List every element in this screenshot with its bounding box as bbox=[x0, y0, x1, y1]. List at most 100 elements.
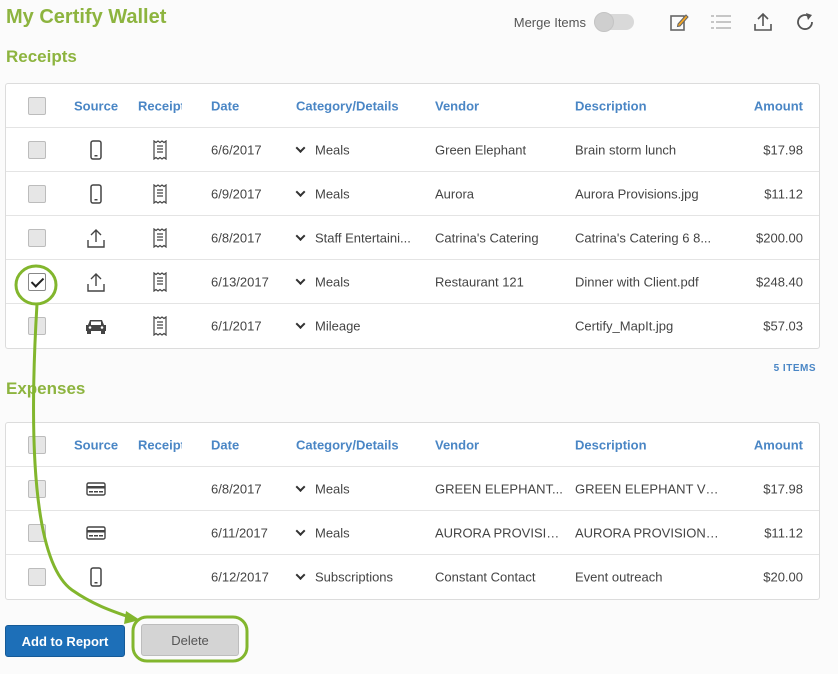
category-text: Subscriptions bbox=[315, 569, 394, 585]
category-cell[interactable]: Meals bbox=[295, 274, 427, 289]
column-date[interactable]: Date bbox=[211, 437, 291, 452]
table-row[interactable]: 6/12/2017 Subscriptions Constant Contact… bbox=[6, 555, 819, 599]
table-row[interactable]: 6/8/2017 Staff Entertaini... Catrina's C… bbox=[6, 216, 819, 260]
column-vendor[interactable]: Vendor bbox=[435, 98, 563, 113]
chevron-down-icon[interactable] bbox=[295, 142, 311, 157]
column-category[interactable]: Category/Details bbox=[296, 437, 428, 452]
list-view-button[interactable] bbox=[700, 8, 742, 36]
chevron-down-icon[interactable] bbox=[295, 186, 311, 201]
row-checkbox[interactable] bbox=[28, 184, 46, 203]
column-vendor[interactable]: Vendor bbox=[435, 437, 563, 452]
source-cell bbox=[74, 477, 118, 501]
date-cell: 6/12/2017 bbox=[211, 569, 269, 585]
receipt-cell[interactable] bbox=[138, 226, 182, 250]
merge-items-toggle[interactable] bbox=[594, 12, 634, 32]
date-cell: 6/1/2017 bbox=[211, 318, 262, 334]
description-cell: Aurora Provisions.jpg bbox=[575, 186, 699, 201]
table-row[interactable]: 6/13/2017 Meals Restaurant 121 Dinner wi… bbox=[6, 260, 819, 304]
amount-cell: $57.03 bbox=[763, 318, 803, 334]
receipt-icon bbox=[153, 316, 167, 336]
row-checkbox[interactable] bbox=[28, 140, 46, 159]
chevron-down-icon[interactable] bbox=[295, 274, 311, 289]
category-text: Meals bbox=[315, 274, 350, 289]
vendor-cell: AURORA PROVISIO... bbox=[435, 525, 563, 540]
table-row[interactable]: 6/1/2017 Mileage Certify_MapIt.jpg $57.0… bbox=[6, 304, 819, 348]
table-row[interactable]: 6/9/2017 Meals Aurora Aurora Provisions.… bbox=[6, 172, 819, 216]
amount-cell: $17.98 bbox=[763, 142, 803, 157]
table-row[interactable]: 6/8/2017 Meals GREEN ELEPHANT... GREEN E… bbox=[6, 467, 819, 511]
toggle-knob bbox=[594, 12, 614, 32]
receipt-cell[interactable] bbox=[138, 314, 182, 338]
category-cell[interactable]: Meals bbox=[295, 186, 427, 201]
refresh-button[interactable] bbox=[784, 8, 826, 36]
chevron-down-icon[interactable] bbox=[295, 570, 311, 585]
receipt-cell[interactable] bbox=[138, 270, 182, 294]
amount-cell: $11.12 bbox=[764, 525, 803, 540]
receipt-cell[interactable] bbox=[138, 182, 182, 206]
category-cell[interactable]: Meals bbox=[295, 525, 427, 540]
date-cell: 6/11/2017 bbox=[211, 525, 268, 540]
category-text: Meals bbox=[315, 525, 350, 540]
receipt-icon bbox=[153, 227, 167, 248]
column-receipt[interactable]: Receipt bbox=[138, 98, 182, 113]
category-text: Meals bbox=[315, 186, 350, 201]
delete-button[interactable]: Delete bbox=[141, 624, 239, 656]
mobile-icon bbox=[90, 139, 102, 160]
category-text: Meals bbox=[315, 142, 350, 157]
column-amount[interactable]: Amount bbox=[723, 98, 803, 113]
amount-cell: $20.00 bbox=[763, 569, 803, 585]
column-source[interactable]: Source bbox=[74, 98, 118, 113]
description-cell: Event outreach bbox=[575, 569, 663, 585]
column-category[interactable]: Category/Details bbox=[296, 98, 428, 113]
description-cell: AURORA PROVISIONS.. bbox=[575, 525, 720, 540]
category-cell[interactable]: Subscriptions bbox=[295, 570, 427, 585]
add-to-report-button[interactable]: Add to Report bbox=[5, 625, 125, 657]
row-checkbox[interactable] bbox=[28, 228, 46, 247]
select-all-checkbox[interactable] bbox=[28, 435, 46, 454]
row-checkbox[interactable] bbox=[28, 272, 46, 291]
table-row[interactable]: 6/11/2017 Meals AURORA PROVISIO... AUROR… bbox=[6, 511, 819, 555]
select-all-checkbox[interactable] bbox=[28, 96, 46, 115]
column-amount[interactable]: Amount bbox=[723, 437, 803, 452]
row-checkbox[interactable] bbox=[28, 479, 46, 498]
table-row[interactable]: 6/6/2017 Meals Green Elephant Brain stor… bbox=[6, 128, 819, 172]
source-cell bbox=[74, 565, 118, 589]
category-text: Meals bbox=[315, 481, 350, 496]
category-text: Staff Entertaini... bbox=[315, 230, 411, 245]
column-receipt[interactable]: Receipt bbox=[138, 437, 182, 452]
chevron-down-icon[interactable] bbox=[295, 319, 311, 334]
category-cell[interactable]: Meals bbox=[295, 481, 427, 496]
category-cell[interactable]: Staff Entertaini... bbox=[295, 230, 427, 245]
row-checkbox[interactable] bbox=[28, 568, 46, 586]
description-cell: GREEN ELEPHANT VE... bbox=[575, 481, 720, 496]
expenses-table: Source Receipt Date Category/Details Ven… bbox=[5, 422, 820, 600]
date-cell: 6/8/2017 bbox=[211, 481, 262, 496]
credit-card-icon bbox=[86, 481, 106, 496]
column-description[interactable]: Description bbox=[575, 437, 720, 452]
column-description[interactable]: Description bbox=[575, 98, 720, 113]
source-cell bbox=[74, 138, 118, 162]
upload-icon bbox=[87, 228, 105, 248]
chevron-down-icon[interactable] bbox=[295, 230, 311, 245]
chevron-down-icon[interactable] bbox=[295, 481, 311, 496]
car-icon bbox=[86, 320, 106, 334]
column-date[interactable]: Date bbox=[211, 98, 291, 113]
edit-button[interactable] bbox=[658, 8, 700, 36]
row-checkbox[interactable] bbox=[28, 523, 46, 542]
list-icon bbox=[711, 15, 731, 29]
vendor-cell: Constant Contact bbox=[435, 569, 536, 585]
chevron-down-icon[interactable] bbox=[295, 525, 311, 540]
column-source[interactable]: Source bbox=[74, 437, 118, 452]
vendor-cell: Catrina's Catering bbox=[435, 230, 539, 245]
category-cell[interactable]: Mileage bbox=[295, 319, 427, 334]
upload-button[interactable] bbox=[742, 8, 784, 36]
amount-cell: $200.00 bbox=[756, 230, 803, 245]
vendor-cell: GREEN ELEPHANT... bbox=[435, 481, 563, 496]
row-checkbox[interactable] bbox=[28, 317, 46, 335]
category-text: Mileage bbox=[315, 318, 361, 334]
source-cell bbox=[74, 226, 118, 250]
category-cell[interactable]: Meals bbox=[295, 142, 427, 157]
credit-card-icon bbox=[86, 525, 106, 540]
receipt-cell[interactable] bbox=[138, 138, 182, 162]
source-cell bbox=[74, 521, 118, 545]
